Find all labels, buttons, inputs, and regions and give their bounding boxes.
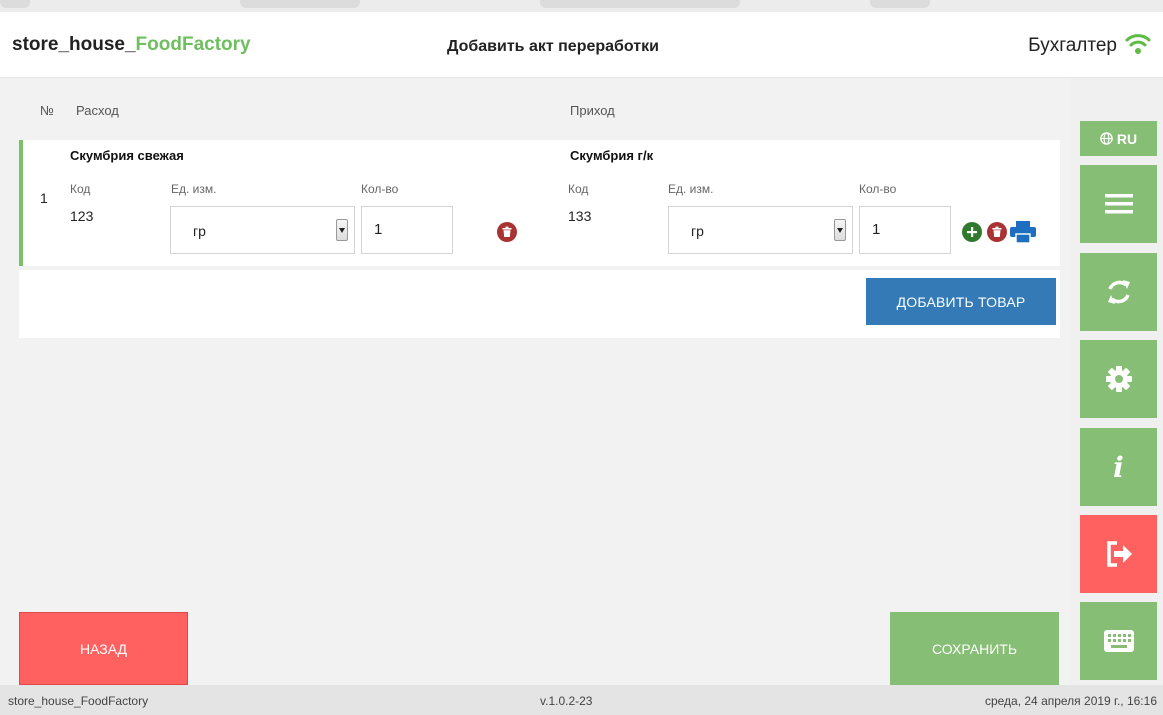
add-row-button[interactable] xyxy=(962,222,982,242)
sync-button[interactable] xyxy=(1080,253,1157,331)
income-unit-select[interactable]: гр xyxy=(668,206,853,254)
expense-qty-input[interactable]: 1 xyxy=(361,206,453,254)
chevron-down-icon xyxy=(336,219,348,241)
user-role: Бухгалтер xyxy=(1028,35,1117,56)
row-number: 1 xyxy=(40,190,48,206)
expense-unit-label: Ед. изм. xyxy=(171,182,217,196)
income-unit-label: Ед. изм. xyxy=(668,182,714,196)
expense-unit-select[interactable]: гр xyxy=(170,206,355,254)
logout-icon xyxy=(1106,541,1132,567)
sync-icon xyxy=(1107,280,1130,304)
save-button[interactable]: СОХРАНИТЬ xyxy=(890,612,1059,685)
globe-icon xyxy=(1100,132,1113,145)
gear-icon xyxy=(1105,366,1132,392)
income-unit-value: гр xyxy=(691,223,704,239)
back-button[interactable]: НАЗАД xyxy=(19,612,188,685)
footer-version: v.1.0.2-23 xyxy=(540,694,593,708)
income-code: 133 xyxy=(568,208,592,224)
footer-app-name: store_house_FoodFactory xyxy=(8,694,149,708)
print-icon[interactable] xyxy=(1010,221,1036,243)
settings-button[interactable] xyxy=(1080,340,1157,418)
keyboard-icon xyxy=(1103,630,1134,652)
expense-product-name: Скумбрия свежая xyxy=(70,148,184,163)
expense-code-label: Код xyxy=(70,182,91,196)
add-item-button[interactable]: ДОБАВИТЬ ТОВАР xyxy=(866,278,1056,325)
income-product-name: Скумбрия г/к xyxy=(570,148,654,163)
footer-datetime: среда, 24 апреля 2019 г., 16:16 xyxy=(984,694,1157,708)
col-header-num: № xyxy=(40,103,54,118)
income-delete-button[interactable] xyxy=(987,222,1007,242)
menu-button[interactable] xyxy=(1080,165,1157,243)
col-header-expense: Расход xyxy=(76,103,119,118)
language-button[interactable]: RU xyxy=(1080,121,1157,156)
logout-button[interactable] xyxy=(1080,515,1157,593)
trash-icon xyxy=(502,226,512,237)
expense-qty-label: Кол-во xyxy=(361,182,399,196)
app-title-accent: FoodFactory xyxy=(135,34,251,55)
expense-delete-button[interactable] xyxy=(497,222,517,242)
trash-icon xyxy=(992,226,1002,237)
income-code-label: Код xyxy=(568,182,589,196)
keyboard-button[interactable] xyxy=(1080,602,1157,680)
income-qty-input[interactable]: 1 xyxy=(859,206,951,254)
footer: store_house_FoodFactory v.1.0.2-23 среда… xyxy=(0,685,1163,715)
wifi-icon xyxy=(1125,34,1151,54)
expense-code: 123 xyxy=(70,208,94,224)
language-label: RU xyxy=(1116,130,1138,147)
info-button[interactable]: i xyxy=(1080,428,1157,506)
page-title: Добавить акт переработки xyxy=(447,38,659,55)
header: store_house_FoodFactory Добавить акт пер… xyxy=(0,12,1163,78)
plus-icon xyxy=(967,227,977,237)
chevron-down-icon xyxy=(834,219,846,241)
col-header-income: Приход xyxy=(570,103,615,118)
app-title: store_house_FoodFactory xyxy=(12,34,251,55)
expense-unit-value: гр xyxy=(193,223,206,239)
menu-icon xyxy=(1104,194,1133,214)
info-icon: i xyxy=(1113,450,1124,484)
top-band xyxy=(0,0,1163,12)
income-qty-label: Кол-во xyxy=(859,182,897,196)
